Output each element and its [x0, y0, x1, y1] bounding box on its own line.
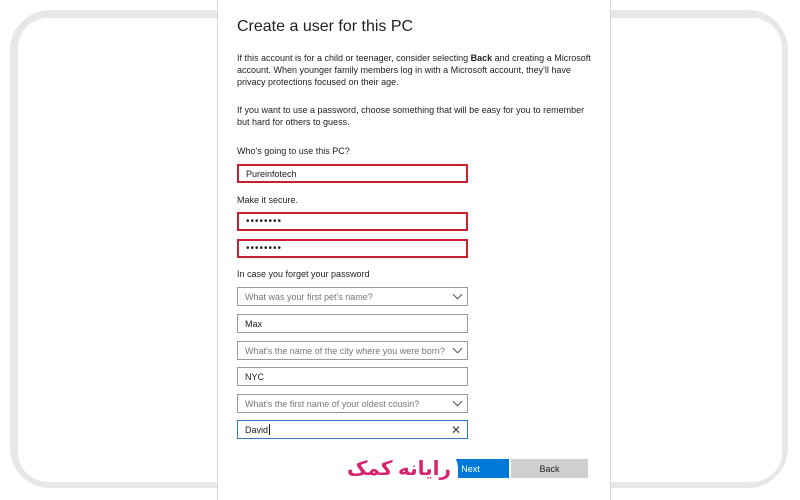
- chevron-down-icon: [452, 343, 463, 354]
- username-label: Who's going to use this PC?: [237, 146, 350, 156]
- security-answer-3-input[interactable]: David ✕: [237, 420, 468, 439]
- security-answer-2-value: NYC: [245, 371, 265, 382]
- chevron-down-icon: [452, 396, 463, 407]
- username-value: Pureinfotech: [246, 168, 297, 179]
- recovery-label: In case you forget your password: [237, 269, 370, 279]
- password-hint-text: If you want to use a password, choose so…: [237, 105, 585, 127]
- password-confirm-input[interactable]: ••••••••: [237, 239, 468, 258]
- text-cursor: [269, 424, 271, 435]
- security-question-2-placeholder: What's the name of the city where you we…: [245, 345, 445, 356]
- security-question-1-select[interactable]: What was your first pet's name?: [237, 287, 468, 306]
- watermark-logo: رایانه کمک: [340, 448, 458, 488]
- security-answer-1-input[interactable]: Max: [237, 314, 468, 333]
- security-question-1-placeholder: What was your first pet's name?: [245, 291, 373, 302]
- security-question-3-select[interactable]: What's the first name of your oldest cou…: [237, 394, 468, 413]
- password-value: ••••••••: [246, 216, 283, 227]
- password-input[interactable]: ••••••••: [237, 212, 468, 231]
- security-question-2-select[interactable]: What's the name of the city where you we…: [237, 341, 468, 360]
- page-title: Create a user for this PC: [237, 18, 414, 35]
- clear-icon[interactable]: ✕: [451, 423, 461, 437]
- back-button[interactable]: Back: [511, 459, 588, 478]
- make-secure-label: Make it secure.: [237, 195, 299, 205]
- username-input[interactable]: Pureinfotech: [237, 164, 468, 183]
- chevron-down-icon: [452, 289, 463, 300]
- security-answer-1-value: Max: [245, 318, 263, 329]
- security-question-3-placeholder: What's the first name of your oldest cou…: [245, 398, 420, 409]
- security-answer-3-value: David: [245, 424, 269, 435]
- password-confirm-value: ••••••••: [246, 243, 283, 254]
- intro-text: If this account is for a child or teenag…: [237, 53, 591, 87]
- security-answer-2-input[interactable]: NYC: [237, 367, 468, 386]
